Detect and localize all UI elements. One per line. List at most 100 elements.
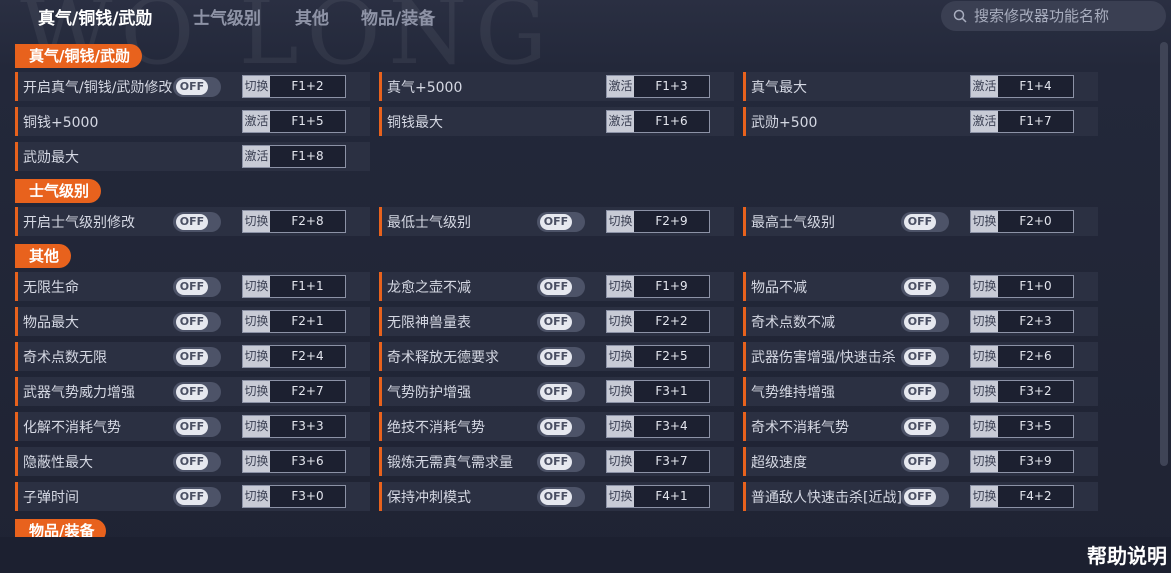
hotkey-button[interactable]: 切换 F1+2 xyxy=(242,75,346,98)
toggle-switch[interactable]: OFF xyxy=(173,77,221,97)
toggle-state-label: OFF xyxy=(176,384,208,400)
hotkey-button[interactable]: 切换 F1+1 xyxy=(242,275,346,298)
tab-other[interactable]: 其他 xyxy=(295,4,329,29)
toggle-switch[interactable]: OFF xyxy=(537,277,585,297)
toggle-switch[interactable]: OFF xyxy=(901,417,949,437)
hotkey-button[interactable]: 切换 F2+7 xyxy=(242,380,346,403)
hotkey-button[interactable]: 切换 F3+4 xyxy=(606,415,710,438)
hotkey-button[interactable]: 激活 F1+5 xyxy=(242,110,346,133)
action-label: 切换 xyxy=(607,311,634,332)
cheat-row: 最低士气级别 OFF 切换 F2+9 xyxy=(379,207,734,236)
hotkey-button[interactable]: 切换 F2+8 xyxy=(242,210,346,233)
toggle-switch[interactable]: OFF xyxy=(537,382,585,402)
hotkey-button[interactable]: 切换 F3+1 xyxy=(606,380,710,403)
cheat-label: 最低士气级别 xyxy=(387,215,471,231)
hotkey-button[interactable]: 激活 F1+4 xyxy=(970,75,1074,98)
hotkey-button[interactable]: 切换 F2+4 xyxy=(242,345,346,368)
hotkey-button[interactable]: 切换 F4+2 xyxy=(970,485,1074,508)
hotkey-text: F3+9 xyxy=(1019,454,1052,468)
toggle-switch[interactable]: OFF xyxy=(901,277,949,297)
hotkey-button[interactable]: 切换 F2+9 xyxy=(606,210,710,233)
hotkey-button[interactable]: 切换 F3+0 xyxy=(242,485,346,508)
hotkey-text: F1+5 xyxy=(291,114,324,128)
hotkey-text: F3+7 xyxy=(655,454,688,468)
section-header: 士气级别 xyxy=(15,179,102,203)
toggle-switch[interactable]: OFF xyxy=(537,417,585,437)
toggle-switch[interactable]: OFF xyxy=(173,277,221,297)
toggle-switch[interactable]: OFF xyxy=(173,487,221,507)
hotkey-button[interactable]: 激活 F1+8 xyxy=(242,145,346,168)
tab-morale[interactable]: 士气级别 xyxy=(193,4,261,29)
toggle-switch[interactable]: OFF xyxy=(901,452,949,472)
hotkey-text: F3+6 xyxy=(291,454,324,468)
toggle-state-label: OFF xyxy=(540,314,572,330)
hotkey-button[interactable]: 切换 F3+9 xyxy=(970,450,1074,473)
action-label: 切换 xyxy=(607,346,634,367)
hotkey-button[interactable]: 激活 F1+7 xyxy=(970,110,1074,133)
toggle-switch[interactable]: OFF xyxy=(173,212,221,232)
hotkey-button[interactable]: 切换 F3+3 xyxy=(242,415,346,438)
hotkey-text: F1+4 xyxy=(1019,79,1052,93)
cheat-label: 铜钱+5000 xyxy=(23,115,99,131)
hotkey-button[interactable]: 切换 F2+2 xyxy=(606,310,710,333)
cheat-label: 无限生命 xyxy=(23,280,79,296)
cheat-label: 武器伤害增强/快速击杀 xyxy=(751,350,896,366)
toggle-switch[interactable]: OFF xyxy=(901,382,949,402)
toggle-state-label: OFF xyxy=(904,489,936,505)
cheat-row: 保持冲刺模式 OFF 切换 F4+1 xyxy=(379,482,734,511)
toggle-state-label: OFF xyxy=(176,214,208,230)
toggle-state-label: OFF xyxy=(176,314,208,330)
toggle-switch[interactable]: OFF xyxy=(173,452,221,472)
help-button[interactable]: 帮助说明 xyxy=(1087,540,1167,569)
cheat-label: 奇术不消耗气势 xyxy=(751,420,849,436)
cheat-list[interactable]: 真气/铜钱/武勋 开启真气/铜钱/武勋修改 OFF 切换 F1+2 真气+5000 激活 F1… xyxy=(0,40,1160,537)
toggle-switch[interactable]: OFF xyxy=(901,347,949,367)
hotkey-button[interactable]: 切换 F1+9 xyxy=(606,275,710,298)
hotkey-text: F2+4 xyxy=(291,349,324,363)
toggle-state-label: OFF xyxy=(176,419,208,435)
hotkey-button[interactable]: 切换 F2+5 xyxy=(606,345,710,368)
action-label: 切换 xyxy=(607,416,634,437)
search-box[interactable] xyxy=(941,1,1166,31)
hotkey-button[interactable]: 激活 F1+6 xyxy=(606,110,710,133)
cheat-label: 化解不消耗气势 xyxy=(23,420,121,436)
hotkey-button[interactable]: 切换 F1+0 xyxy=(970,275,1074,298)
toggle-switch[interactable]: OFF xyxy=(173,347,221,367)
cheat-label: 物品不减 xyxy=(751,280,807,296)
tab-qi-coin-merit[interactable]: 真气/铜钱/武勋 xyxy=(38,4,152,29)
toggle-switch[interactable]: OFF xyxy=(173,312,221,332)
toggle-switch[interactable]: OFF xyxy=(173,417,221,437)
hotkey-button[interactable]: 切换 F4+1 xyxy=(606,485,710,508)
hotkey-button[interactable]: 切换 F3+2 xyxy=(970,380,1074,403)
toggle-switch[interactable]: OFF xyxy=(901,312,949,332)
hotkey-button[interactable]: 切换 F2+6 xyxy=(970,345,1074,368)
cheat-row: 普通敌人快速击杀[近战] OFF 切换 F4+2 xyxy=(743,482,1098,511)
hotkey-button[interactable]: 切换 F2+0 xyxy=(970,210,1074,233)
toggle-switch[interactable]: OFF xyxy=(537,312,585,332)
toggle-switch[interactable]: OFF xyxy=(537,212,585,232)
cheat-row: 武器伤害增强/快速击杀 OFF 切换 F2+6 xyxy=(743,342,1098,371)
toggle-switch[interactable]: OFF xyxy=(537,487,585,507)
toggle-switch[interactable]: OFF xyxy=(901,212,949,232)
hotkey-text: F3+3 xyxy=(291,419,324,433)
hotkey-button[interactable]: 切换 F2+3 xyxy=(970,310,1074,333)
search-input[interactable] xyxy=(974,7,1164,25)
hotkey-button[interactable]: 激活 F1+3 xyxy=(606,75,710,98)
toggle-switch[interactable]: OFF xyxy=(173,382,221,402)
hotkey-button[interactable]: 切换 F3+6 xyxy=(242,450,346,473)
hotkey-text: F2+2 xyxy=(655,314,688,328)
cheat-row: 武勋最大 激活 F1+8 xyxy=(15,142,370,171)
tab-items-equipment[interactable]: 物品/装备 xyxy=(361,4,435,29)
hotkey-button[interactable]: 切换 F3+7 xyxy=(606,450,710,473)
action-label: 激活 xyxy=(971,111,998,132)
hotkey-button[interactable]: 切换 F2+1 xyxy=(242,310,346,333)
hotkey-button[interactable]: 切换 F3+5 xyxy=(970,415,1074,438)
scrollbar[interactable] xyxy=(1160,42,1168,466)
toggle-state-label: OFF xyxy=(176,279,208,295)
cheat-label: 子弹时间 xyxy=(23,490,79,506)
toggle-state-label: OFF xyxy=(540,349,572,365)
toggle-switch[interactable]: OFF xyxy=(901,487,949,507)
toggle-switch[interactable]: OFF xyxy=(537,347,585,367)
toggle-switch[interactable]: OFF xyxy=(537,452,585,472)
cheat-row: 龙愈之壶不减 OFF 切换 F1+9 xyxy=(379,272,734,301)
